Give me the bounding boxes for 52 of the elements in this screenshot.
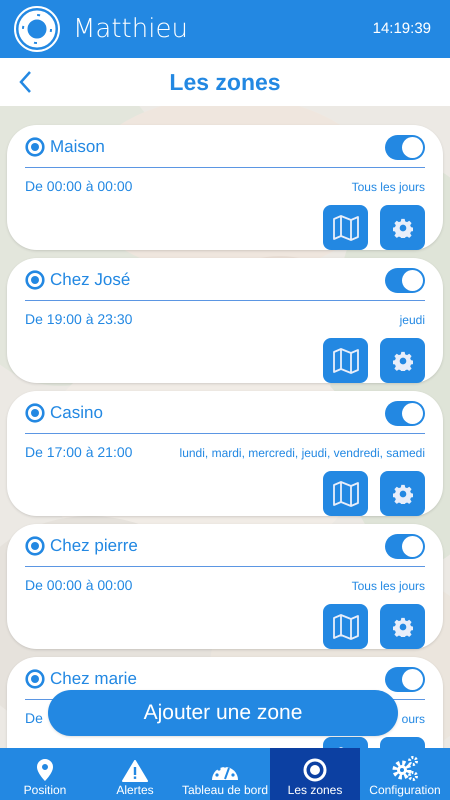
zone-days: Tous les jours [352, 178, 425, 196]
zone-days: lundi, mardi, mercredi, jeudi, vendredi, samedi [180, 444, 425, 462]
toggle-switch[interactable] [385, 534, 425, 558]
zone-time: De 17:00 à 21:00 [25, 443, 132, 462]
settings-icon [392, 484, 412, 504]
map-button[interactable] [323, 604, 368, 649]
clock-time: 14:19:39 [372, 18, 431, 39]
add-zone-button[interactable]: Ajouter une zone [48, 690, 398, 736]
map-icon [332, 214, 360, 240]
zone-time: De 00:00 à 00:00 [25, 576, 132, 595]
toggle-switch[interactable] [385, 400, 425, 426]
location-pin-icon [36, 758, 54, 782]
warning-icon [122, 760, 148, 782]
settings-icon [392, 350, 412, 370]
zone-days: ours [402, 710, 425, 728]
settings-icon [392, 616, 412, 636]
zone-time: De [25, 709, 43, 728]
target-icon [25, 403, 45, 423]
user-name: Matthieu [73, 12, 188, 46]
map-icon [332, 480, 360, 506]
zone-days: Tous les jours [352, 577, 425, 595]
toggle-switch[interactable] [385, 666, 425, 692]
target-icon [303, 758, 327, 782]
zone-time: De 19:00 à 23:30 [25, 310, 132, 329]
map-button[interactable] [323, 338, 368, 383]
target-icon [25, 669, 45, 689]
toggle-switch[interactable] [385, 268, 425, 292]
settings-icon [392, 218, 412, 238]
settings-button[interactable] [380, 338, 425, 383]
target-icon [25, 137, 45, 157]
lifebuoy-icon [13, 5, 61, 53]
toggle-switch[interactable] [385, 134, 425, 160]
settings-button[interactable] [380, 604, 425, 649]
settings-button[interactable] [380, 205, 425, 250]
settings-button[interactable] [380, 471, 425, 516]
back-button[interactable] [18, 70, 32, 94]
nav-tab[interactable]: Les zones [270, 748, 360, 800]
map-button[interactable] [323, 471, 368, 516]
zone-time: De 00:00 à 00:00 [25, 177, 132, 196]
map-button[interactable] [323, 205, 368, 250]
target-icon [25, 536, 45, 556]
zone-name: Chez marie [50, 668, 137, 690]
map-icon [332, 614, 360, 640]
map-icon [332, 348, 360, 374]
zone-days: jeudi [400, 311, 425, 329]
gears-icon [391, 754, 419, 782]
zone-name: Chez pierre [50, 535, 138, 558]
target-icon [25, 270, 45, 290]
zone-name: Maison [50, 136, 105, 158]
zone-name: Chez José [50, 269, 130, 292]
zone-name: Casino [50, 402, 103, 424]
page-title: Les zones [169, 68, 281, 97]
